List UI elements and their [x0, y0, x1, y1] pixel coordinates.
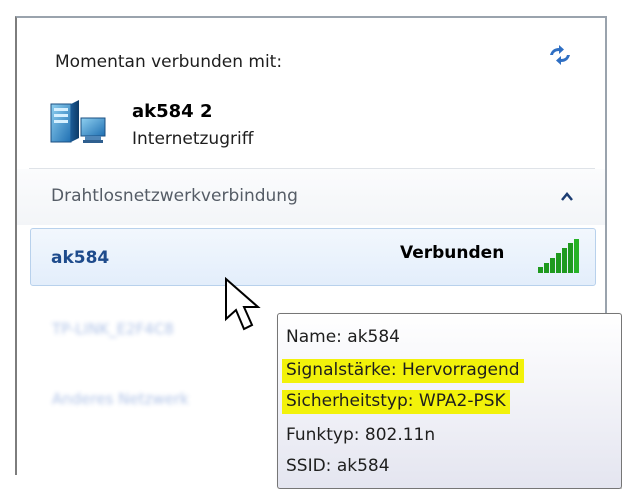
wireless-network-name: ak584 [51, 248, 110, 268]
wireless-section-header[interactable]: Drahtlosnetzwerkverbindung [17, 169, 605, 225]
tooltip-security-type: Sicherheitstyp: WPA2-PSK [282, 390, 510, 414]
blurred-network-item[interactable]: TP-LINK_E2F4C8 [52, 320, 174, 338]
connected-network-name: ak584 2 [132, 101, 213, 122]
tooltip-name: Name: ak584 [286, 327, 400, 347]
mouse-pointer-icon [225, 277, 261, 331]
network-computer-icon [50, 100, 106, 143]
highlight-signal: Signalstärke: Hervorragend [282, 359, 524, 383]
highlight-security: Sicherheitstyp: WPA2-PSK [282, 390, 510, 414]
section-label: Drahtlosnetzwerkverbindung [51, 186, 298, 206]
tooltip-radio-type: Funktyp: 802.11n [286, 425, 436, 445]
tooltip-signal-strength: Signalstärke: Hervorragend [282, 359, 524, 383]
wireless-network-item[interactable]: ak584 Verbunden [30, 228, 596, 286]
network-access-status: Internetzugriff [132, 129, 254, 149]
currently-connected-label: Momentan verbunden mit: [55, 52, 283, 72]
chevron-up-icon[interactable] [560, 191, 574, 203]
connection-status-label: Verbunden [400, 243, 505, 263]
refresh-arrows-icon[interactable] [547, 44, 573, 66]
frame-left [0, 0, 15, 475]
tooltip-ssid: SSID: ak584 [286, 456, 390, 476]
frame-top [0, 0, 622, 16]
network-details-tooltip: Name: ak584 Signalstärke: Hervorragend S… [277, 313, 622, 489]
connection-status-area: Momentan verbunden mit: ak584 2 Internet… [17, 18, 605, 156]
blurred-network-item[interactable]: Anderes Netzwerk [52, 390, 189, 408]
network-flyout: Momentan verbunden mit: ak584 2 Internet… [15, 16, 622, 489]
signal-bars-icon [538, 239, 579, 273]
